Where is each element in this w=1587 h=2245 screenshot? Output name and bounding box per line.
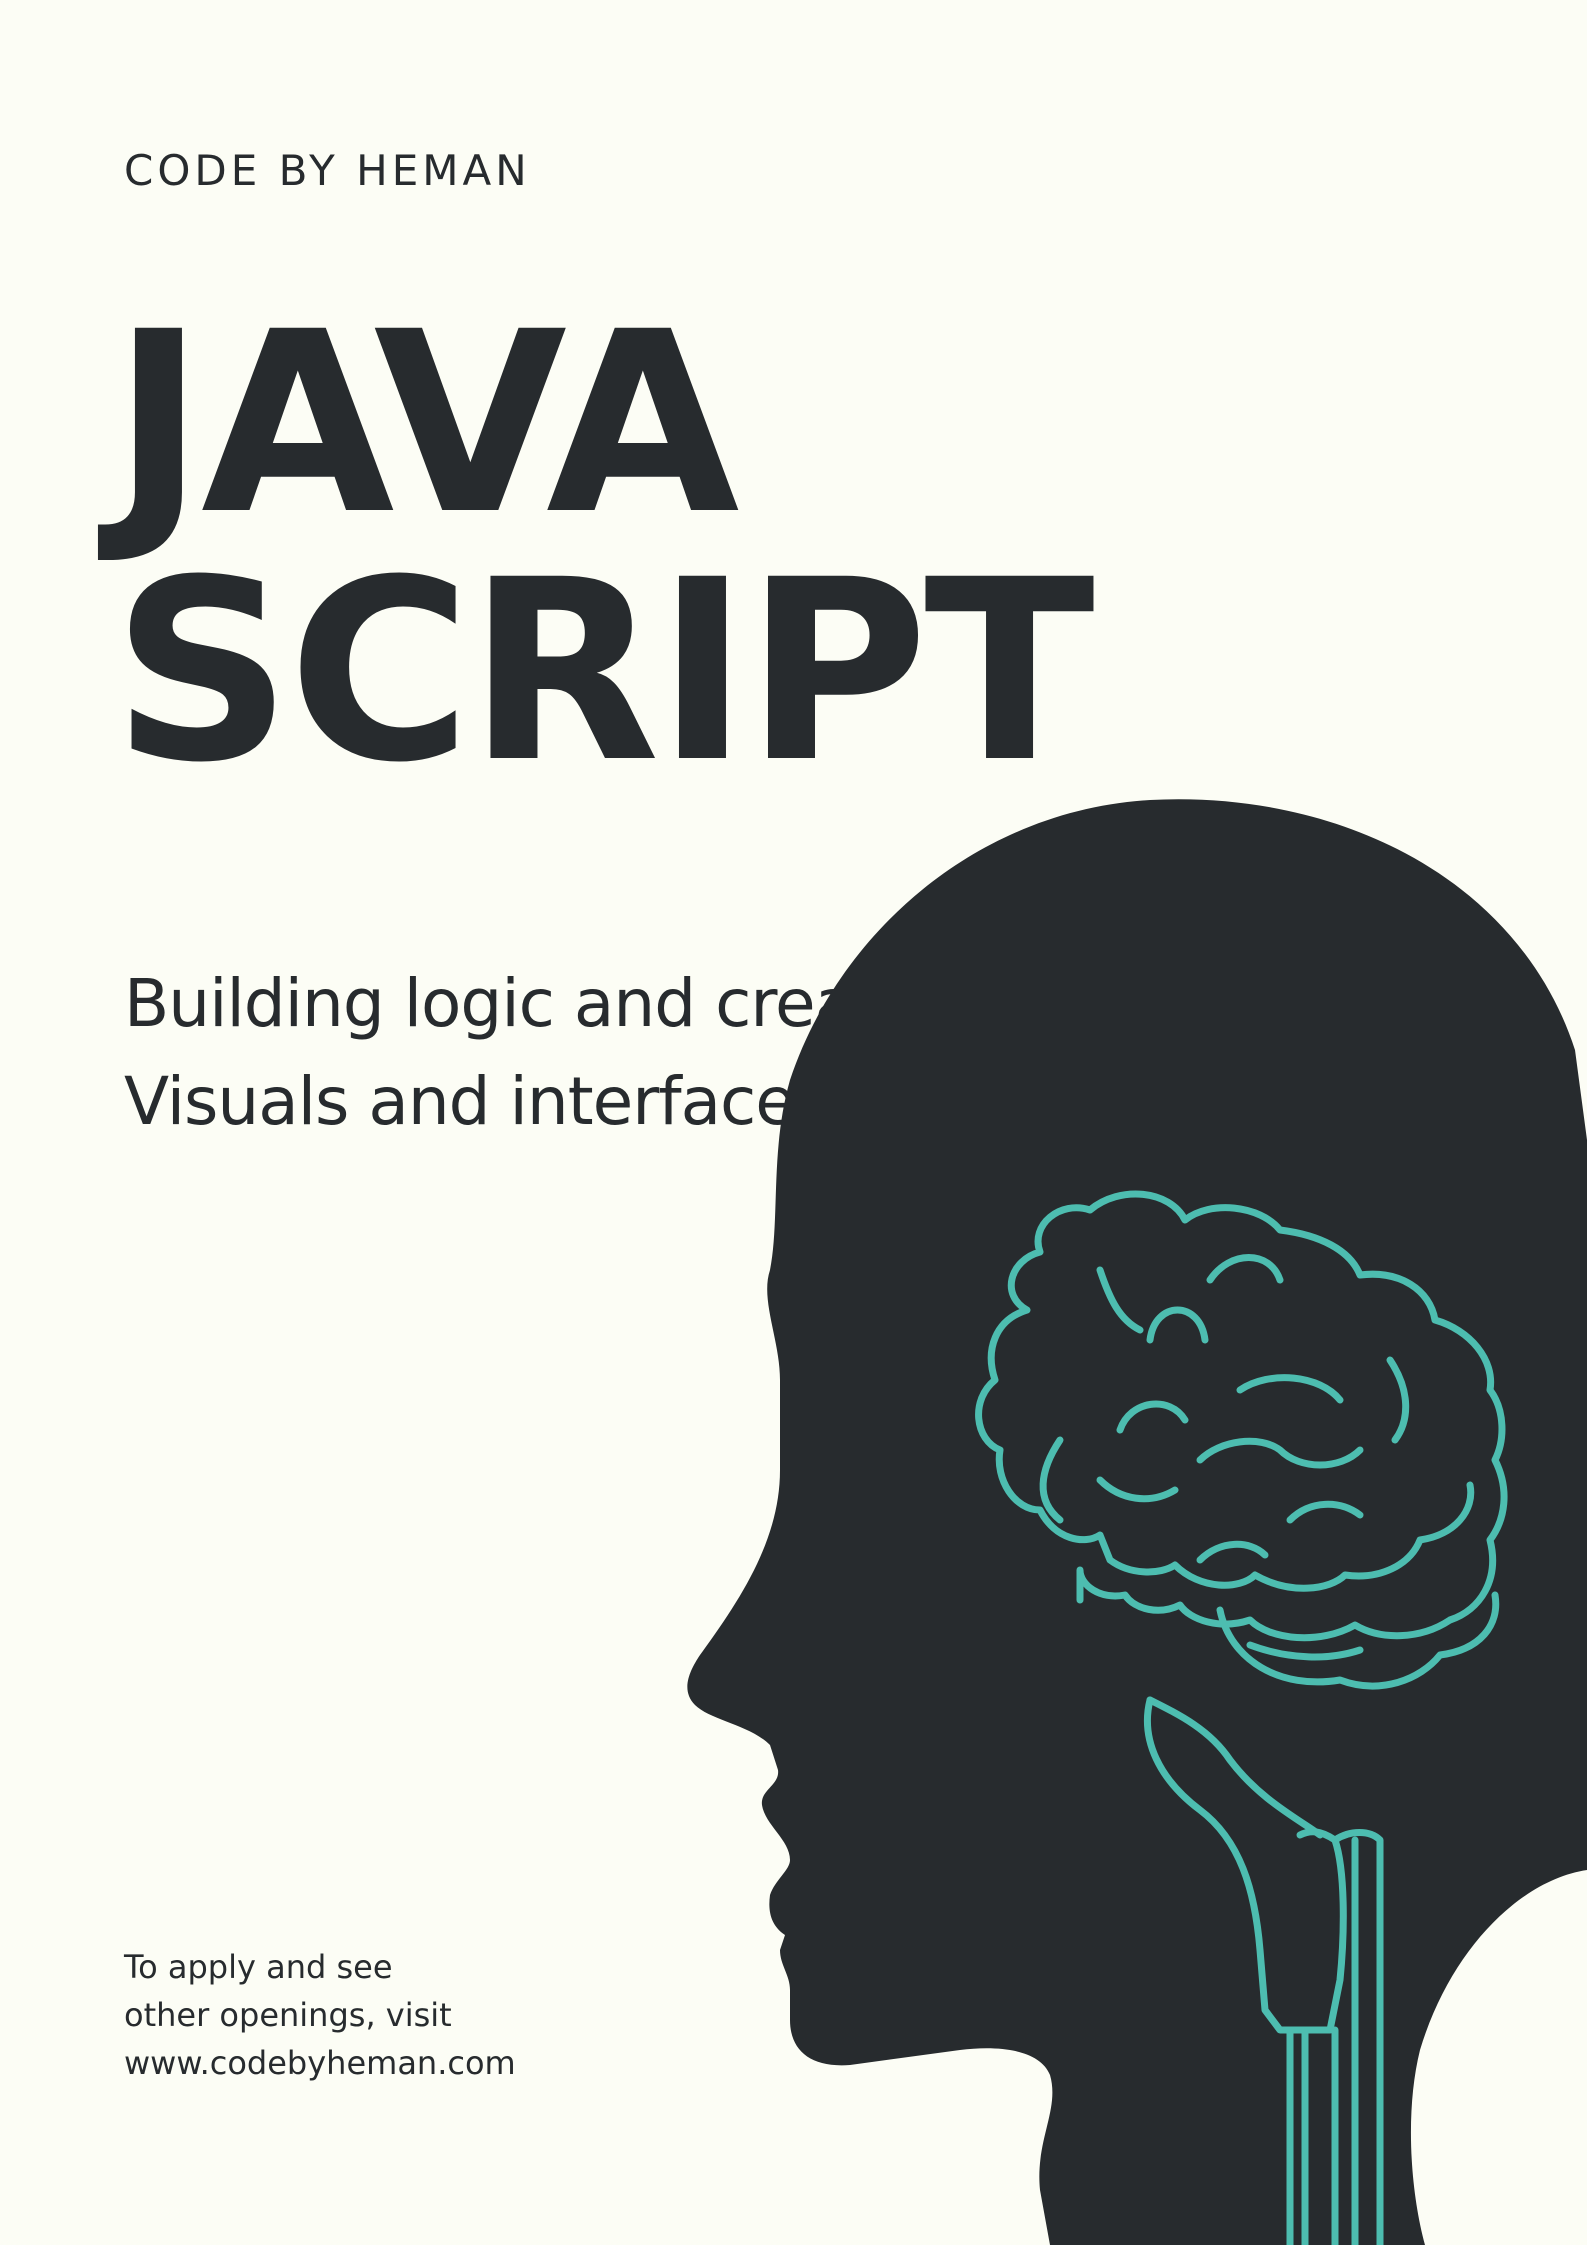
head-silhouette [687,799,1587,2245]
apply-line-1: To apply and see [124,1948,393,1986]
website-link[interactable]: www.codebyheman.com [124,2039,516,2087]
apply-info: To apply and see other openings, visit w… [124,1943,516,2087]
apply-line-2: other openings, visit [124,1996,452,2034]
head-with-brain-icon [687,799,1587,2245]
poster-page: CODE BY HEMAN JAVA SCRIPT Building logic… [0,0,1587,2245]
